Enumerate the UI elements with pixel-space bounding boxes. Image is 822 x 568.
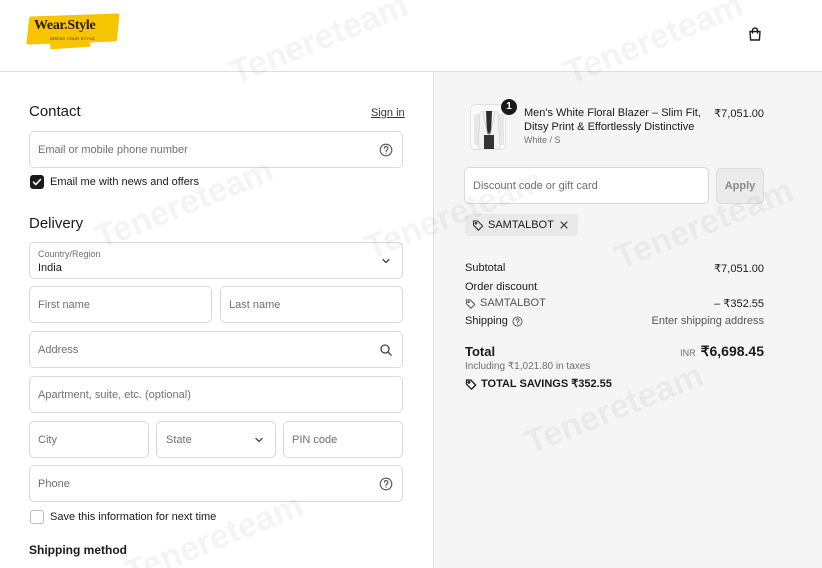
site-header: Wear.Style DRESS YOUR STYLE — [0, 0, 822, 72]
total-amount: INR ₹6,698.45 — [680, 343, 764, 360]
save-info-label: Save this information for next time — [50, 511, 217, 523]
remove-discount-icon[interactable] — [558, 219, 570, 231]
shipping-row: Shipping — [465, 315, 523, 327]
order-discount-value: – ₹352.55 — [714, 298, 764, 310]
phone-input[interactable] — [30, 466, 402, 501]
shipping-label: Shipping — [465, 315, 508, 327]
country-select-value: India — [38, 262, 62, 274]
email-input[interactable] — [30, 132, 402, 167]
order-discount-code-row: SAMTALBOT — [465, 297, 546, 309]
phone-field[interactable] — [29, 465, 403, 502]
currency-code: INR — [680, 348, 696, 358]
taxes-note: Including ₹1,021.80 in taxes — [465, 361, 591, 372]
help-icon[interactable] — [379, 477, 393, 491]
email-field[interactable] — [29, 131, 403, 168]
last-name-input[interactable] — [221, 287, 402, 322]
subtotal-label: Subtotal — [465, 262, 506, 274]
pin-code-input[interactable] — [284, 422, 402, 457]
brand-logo-text: Wear.Style — [34, 18, 96, 33]
sign-in-link[interactable]: Sign in — [371, 107, 405, 119]
tag-icon — [465, 298, 476, 309]
product-price: ₹7,051.00 — [714, 108, 764, 120]
applied-discount-code: SAMTALBOT — [488, 219, 554, 231]
chevron-down-icon — [255, 437, 263, 442]
applied-discount-chip: SAMTALBOT — [465, 214, 578, 236]
tag-icon — [465, 378, 477, 390]
search-icon — [380, 343, 392, 356]
order-summary: 1 Men's White Floral Blazer – Slim Fit, … — [433, 72, 822, 568]
shipping-value: Enter shipping address — [651, 315, 764, 327]
checkout-form: Contact Sign in Email me with news and o… — [0, 72, 434, 568]
discount-code-input[interactable] — [465, 168, 708, 203]
country-select[interactable]: Country/Region India — [29, 242, 403, 279]
discount-code-field[interactable] — [464, 167, 709, 204]
shipping-method-heading: Shipping method — [29, 543, 127, 557]
city-input[interactable] — [30, 422, 148, 457]
shopping-bag-icon[interactable] — [747, 26, 763, 42]
total-savings-label: TOTAL SAVINGS ₹352.55 — [481, 378, 612, 390]
state-select[interactable]: State — [156, 421, 276, 458]
country-select-label: Country/Region — [38, 249, 101, 259]
order-discount-label: Order discount — [465, 281, 538, 293]
save-info-checkbox[interactable] — [30, 510, 44, 524]
address-input[interactable] — [30, 332, 402, 367]
apply-discount-button[interactable]: Apply — [716, 168, 764, 204]
address-field[interactable] — [29, 331, 403, 368]
first-name-input[interactable] — [30, 287, 211, 322]
brand-logo[interactable]: Wear.Style DRESS YOUR STYLE — [26, 12, 120, 50]
contact-heading: Contact — [29, 103, 81, 120]
newsletter-checkbox[interactable] — [30, 175, 44, 189]
check-icon — [32, 178, 42, 186]
total-label: Total — [465, 344, 496, 359]
help-icon[interactable] — [512, 315, 523, 327]
product-name: Men's White Floral Blazer – Slim Fit, Di… — [524, 107, 701, 133]
pin-code-field[interactable] — [283, 421, 403, 458]
total-value: ₹6,698.45 — [700, 343, 764, 359]
first-name-field[interactable] — [29, 286, 212, 323]
product-variant: White / S — [524, 135, 561, 145]
delivery-heading: Delivery — [29, 215, 84, 232]
state-select-placeholder: State — [166, 433, 192, 446]
help-icon[interactable] — [379, 143, 393, 157]
tag-icon — [472, 220, 484, 231]
blazer-image — [471, 105, 505, 149]
brand-tagline: DRESS YOUR STYLE — [50, 36, 95, 41]
total-savings: TOTAL SAVINGS ₹352.55 — [465, 377, 612, 390]
quantity-badge: 1 — [501, 99, 517, 115]
subtotal-value: ₹7,051.00 — [714, 263, 764, 275]
product-thumbnail — [470, 104, 506, 150]
chevron-down-icon — [382, 258, 390, 263]
apartment-input[interactable] — [30, 377, 402, 412]
newsletter-label: Email me with news and offers — [50, 176, 199, 188]
order-discount-code: SAMTALBOT — [480, 297, 546, 309]
last-name-field[interactable] — [220, 286, 403, 323]
city-field[interactable] — [29, 421, 149, 458]
apartment-field[interactable] — [29, 376, 403, 413]
